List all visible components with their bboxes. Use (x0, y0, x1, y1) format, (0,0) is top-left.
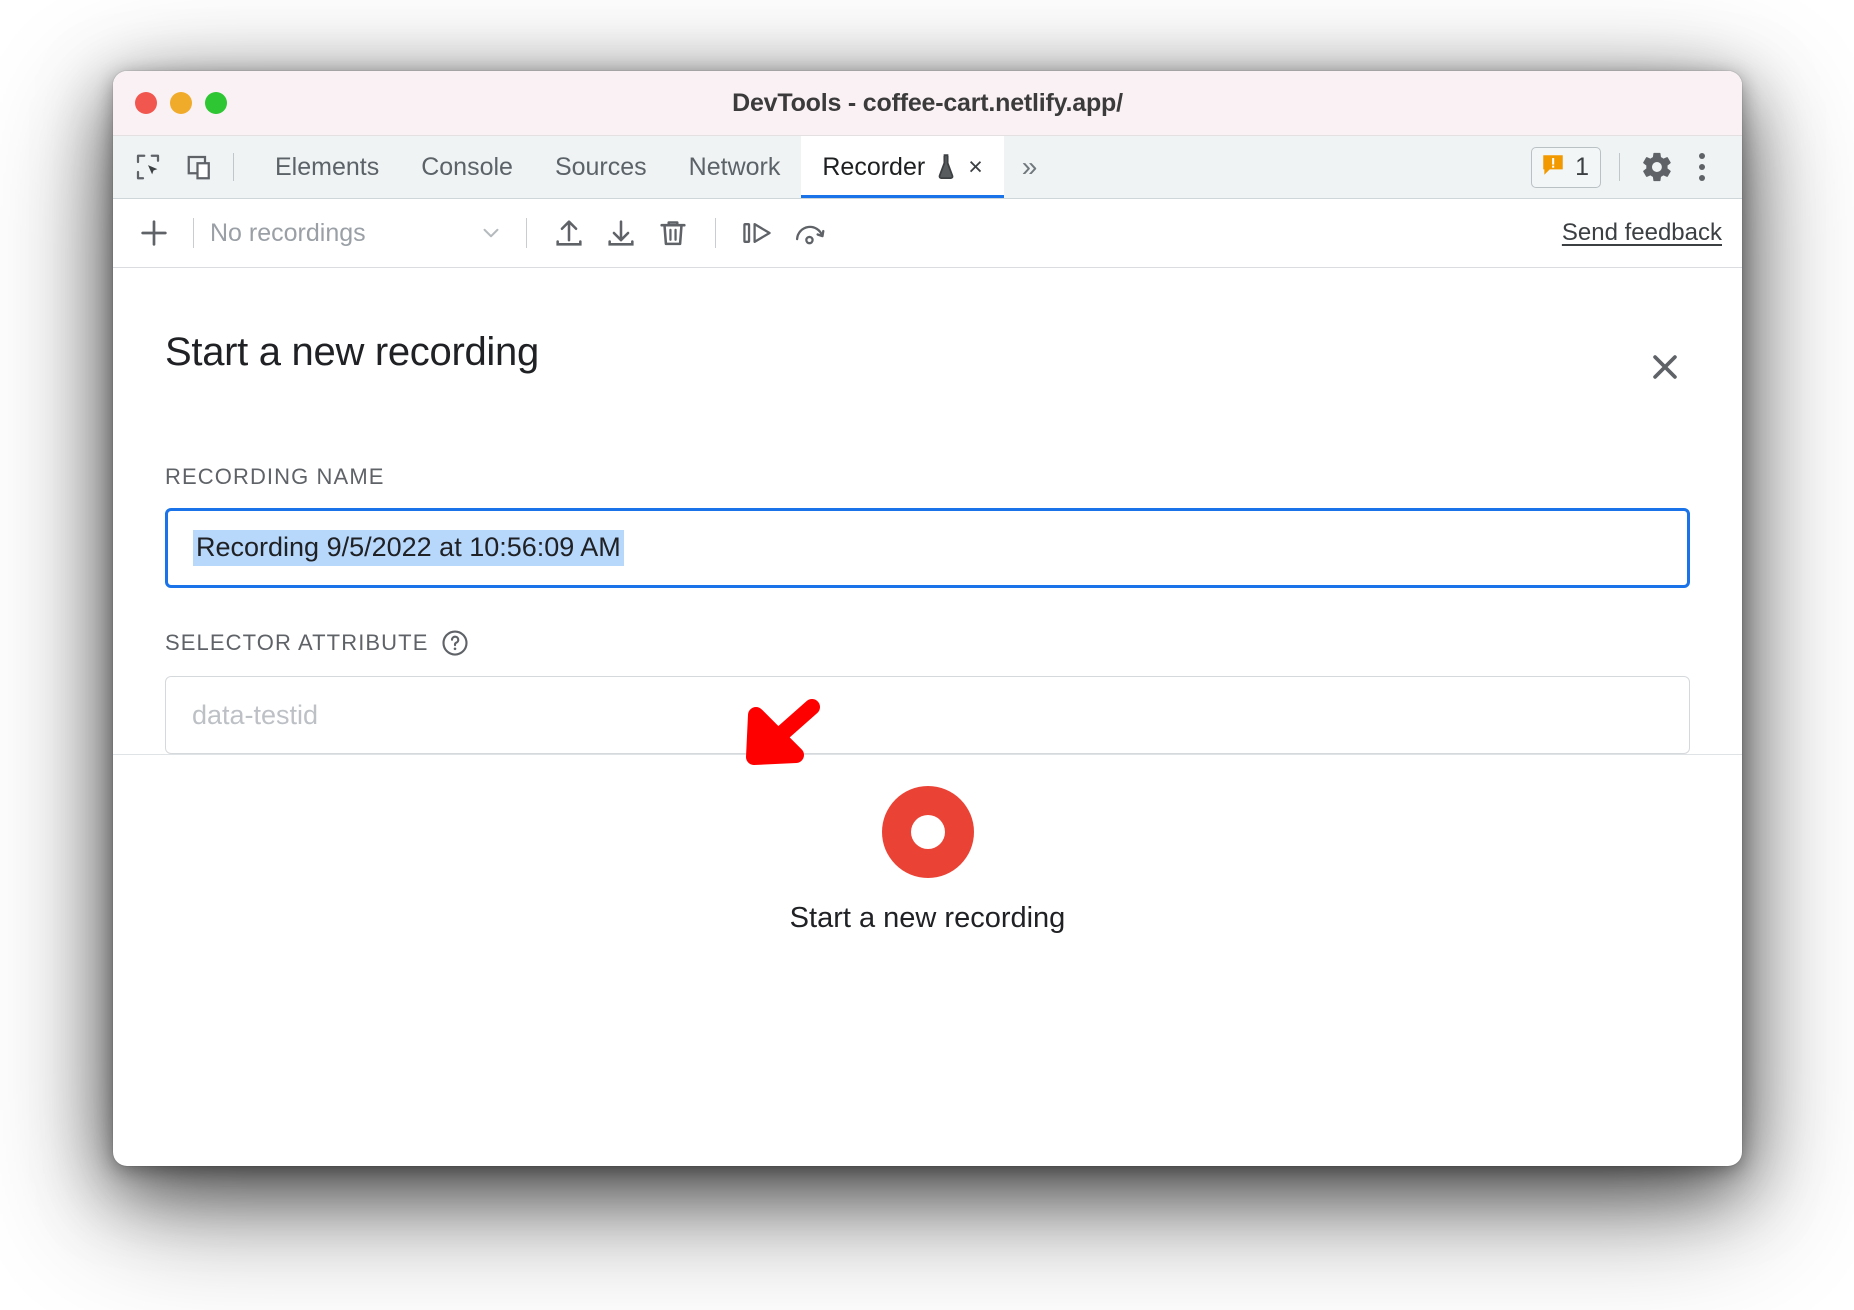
selector-attribute-label: SELECTOR ATTRIBUTE (165, 628, 1698, 658)
more-tabs-icon[interactable]: » (1004, 136, 1056, 198)
devtools-window: DevTools - coffee-cart.netlify.app/ Elem… (113, 71, 1742, 1166)
help-icon[interactable] (440, 628, 470, 658)
experiment-flask-icon (936, 154, 956, 180)
page-title: Start a new recording (165, 330, 539, 374)
recording-name-input[interactable] (165, 508, 1690, 588)
tab-sources-label: Sources (554, 152, 647, 181)
record-circle-icon (910, 814, 945, 849)
recording-name-field: Recording 9/5/2022 at 10:56:09 AM (165, 508, 1690, 588)
gear-icon[interactable] (1638, 148, 1676, 186)
warning-count-label: 1 (1575, 152, 1589, 181)
inspect-element-icon[interactable] (129, 148, 167, 186)
selector-attribute-input[interactable] (165, 676, 1690, 754)
selector-attribute-field (165, 676, 1690, 754)
tab-console-label: Console (421, 152, 513, 181)
screenshot-root: DevTools - coffee-cart.netlify.app/ Elem… (0, 0, 1854, 1310)
panel-body: Start a new recording RECORDING NAME Rec… (113, 268, 1742, 754)
chevron-down-icon (478, 220, 504, 246)
delete-recording-icon[interactable] (647, 210, 699, 256)
devtools-right-tools: 1 (1531, 136, 1742, 198)
import-recording-icon[interactable] (543, 210, 595, 256)
toolbar-divider-1 (193, 218, 194, 248)
traffic-light-buttons (135, 92, 227, 114)
export-recording-icon[interactable] (595, 210, 647, 256)
close-icon[interactable] (1640, 342, 1690, 392)
device-toolbar-icon[interactable] (181, 148, 219, 186)
new-recording-panel: Start a new recording RECORDING NAME Rec… (113, 268, 1742, 965)
tab-network[interactable]: Network (668, 136, 802, 198)
panel-header: Start a new recording (157, 268, 1698, 392)
tab-elements-label: Elements (275, 152, 380, 181)
tab-recorder[interactable]: Recorder × (801, 136, 1004, 198)
start-recording-label: Start a new recording (789, 901, 1066, 934)
selector-attribute-label-text: SELECTOR ATTRIBUTE (165, 630, 429, 655)
zoom-window-button[interactable] (205, 92, 227, 114)
recorder-toolbar: No recordings Send feedback (113, 199, 1742, 268)
tab-elements[interactable]: Elements (254, 136, 400, 198)
warning-count-badge[interactable]: 1 (1531, 146, 1601, 188)
toolbar-divider-2 (526, 218, 527, 248)
panel-footer: Start a new recording (113, 754, 1742, 965)
toolbar-divider-3 (715, 218, 716, 248)
tab-console[interactable]: Console (400, 136, 534, 198)
tabstrip-divider (233, 153, 234, 181)
tab-sources[interactable]: Sources (534, 136, 668, 198)
start-recording-button[interactable] (881, 785, 974, 878)
close-recorder-tab-icon[interactable]: × (968, 154, 983, 180)
window-title: DevTools - coffee-cart.netlify.app/ (732, 88, 1123, 117)
minimize-window-button[interactable] (170, 92, 192, 114)
recordings-select-value: No recordings (210, 218, 366, 247)
tab-recorder-label: Recorder (822, 152, 926, 181)
recording-name-label-text: RECORDING NAME (165, 464, 385, 489)
warning-icon (1540, 152, 1566, 183)
kebab-menu-icon[interactable] (1680, 145, 1724, 189)
tab-network-label: Network (688, 152, 781, 181)
devtools-tabs: Elements Console Sources Network Recorde… (254, 136, 1055, 198)
window-titlebar: DevTools - coffee-cart.netlify.app/ (113, 71, 1742, 136)
add-recording-icon[interactable] (131, 210, 177, 256)
devtools-left-tools (113, 136, 219, 198)
replay-speed-icon[interactable] (784, 210, 836, 256)
close-window-button[interactable] (135, 92, 157, 114)
send-feedback-link[interactable]: Send feedback (1562, 219, 1722, 247)
replay-step-icon[interactable] (732, 210, 784, 256)
recordings-select[interactable]: No recordings (210, 219, 510, 248)
recording-name-label: RECORDING NAME (165, 464, 1698, 490)
right-tools-divider (1619, 153, 1620, 181)
devtools-tabstrip: Elements Console Sources Network Recorde… (113, 136, 1742, 199)
